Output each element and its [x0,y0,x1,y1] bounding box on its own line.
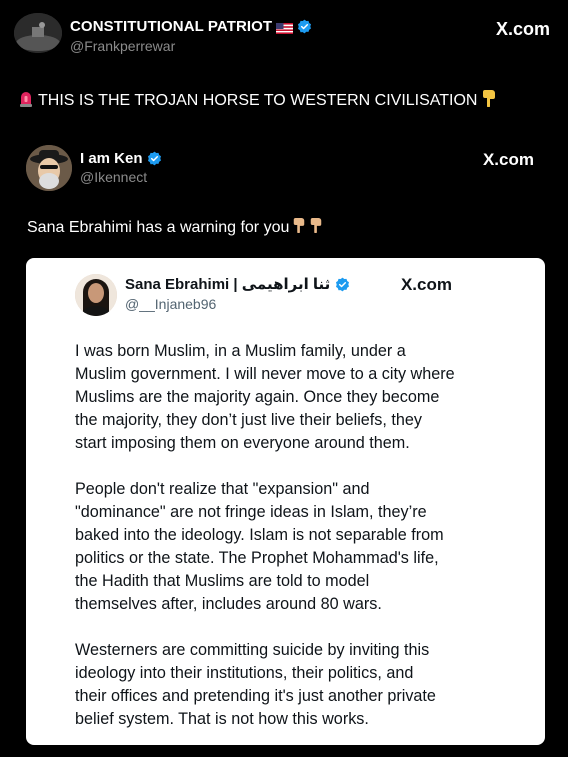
verified-badge-icon [297,19,312,34]
card-body: I was born Muslim, in a Muslim family, u… [75,340,475,754]
card-text-line: "dominance" are not fringe ideas in Isla… [75,503,427,521]
card-paragraph: People don't realize that "expansion" an… [75,478,475,616]
card-paragraph: Westerners are committing suicide by inv… [75,639,475,731]
quoted-author-handle[interactable]: @Ikennect [80,169,147,185]
card-text-line: the Hadith that Muslims are told to mode… [75,572,370,590]
avatar[interactable] [26,145,72,191]
card-text-line: baked into the ideology. Islam is not se… [75,526,444,544]
quoted-author-name[interactable]: I am Ken [80,150,143,167]
card-text-line: the majority, they don’t just live their… [75,411,422,429]
quoted-author-name-row[interactable]: I am Ken [80,150,162,167]
verified-badge-icon [335,277,350,292]
source-label: X.com [400,275,452,294]
card-text-line: politics or the state. The Prophet Moham… [75,549,439,567]
card-text-line: People don't realize that "expansion" an… [75,480,370,498]
author-name-row[interactable]: CONSTITUTIONAL PATRIOT [70,18,312,35]
card-text-line: start imposing them on everyone around t… [75,434,410,452]
card-text-line: belief system. That is not how this work… [75,710,369,728]
pointing-down-hand-icon [292,217,306,238]
post-headline: THIS IS THE TROJAN HORSE TO WESTERN CIVI… [18,89,554,112]
card-text-line: themselves after, includes around 80 war… [75,595,382,613]
avatar[interactable] [14,13,62,53]
author-handle[interactable]: @Frankperrewar [70,38,175,54]
avatar[interactable] [75,274,117,316]
card-text-line: Muslim government. I will never move to … [75,365,455,383]
source-label: X.com [482,150,534,169]
card-author-handle[interactable]: @__Injaneb96 [125,296,216,312]
card-paragraph: I was born Muslim, in a Muslim family, u… [75,340,475,455]
headline-text: THIS IS THE TROJAN HORSE TO WESTERN CIVI… [38,91,478,109]
card-author-name-row[interactable]: Sana Ebrahimi | ثنا ابراهیمی [125,275,350,293]
card-text-line: I was born Muslim, in a Muslim family, u… [75,342,406,360]
author-name[interactable]: CONSTITUTIONAL PATRIOT [70,18,272,35]
card-author-name[interactable]: Sana Ebrahimi | ثنا ابراهیمی [125,275,330,293]
verified-badge-icon [147,151,162,166]
card-text-line: ideology into their institutions, their … [75,664,414,682]
card-text-line: Muslims are the majority again. Once the… [75,388,440,406]
embedded-post-card[interactable]: Sana Ebrahimi | ثنا ابراهیمی @__Injaneb9… [26,258,545,745]
siren-icon [18,90,34,112]
post-screenshot: CONSTITUTIONAL PATRIOT @Frankperrewar X.… [0,0,568,757]
pointing-down-hand-icon [481,89,497,112]
card-text-line: Westerners are committing suicide by inv… [75,641,430,659]
source-label: X.com [495,19,550,39]
card-text-line: their offices and pretending it's just a… [75,687,436,705]
quoted-post-text: Sana Ebrahimi has a warning for you [27,217,323,238]
quoted-post-body: Sana Ebrahimi has a warning for you [27,218,290,236]
us-flag-icon [276,21,294,34]
pointing-down-hand-icon [309,217,323,238]
